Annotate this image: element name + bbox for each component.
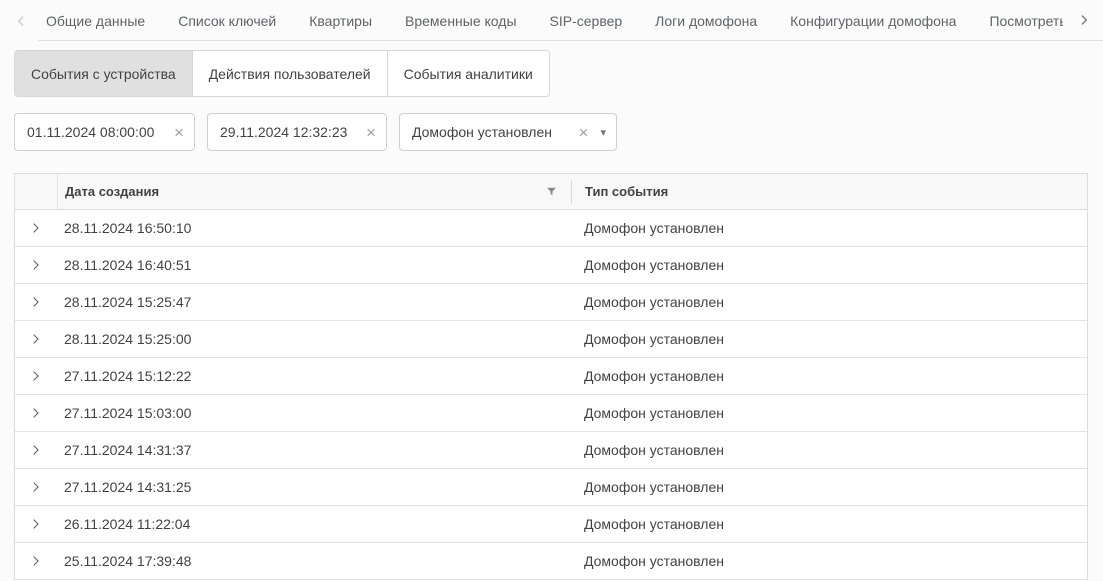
subtab-item-2[interactable]: Действия пользователей [192,51,387,96]
tab-item-2[interactable]: Список ключей [178,9,276,33]
table-row: 27.11.2024 15:03:00 Домофон установлен [15,395,1087,432]
table-body: 28.11.2024 16:50:10 Домофон установлен 2… [15,210,1087,580]
row-date: 27.11.2024 14:31:25 [57,479,571,495]
date-from-clear-icon[interactable]: × [174,124,184,141]
event-type-clear-icon[interactable]: × [579,124,589,141]
row-date: 27.11.2024 14:31:37 [57,442,571,458]
date-to-value: 29.11.2024 12:32:23 [220,124,358,140]
date-to-input[interactable]: 29.11.2024 12:32:23 × [207,113,387,151]
tab-item-1[interactable]: Общие данные [46,9,145,33]
tab-item-5[interactable]: SIP-сервер [550,9,623,33]
tabs-scroll-right-icon[interactable] [1071,7,1097,33]
date-from-value: 01.11.2024 08:00:00 [27,124,166,140]
row-expand-button[interactable] [15,221,57,235]
row-date: 28.11.2024 15:25:00 [57,331,571,347]
date-to-clear-icon[interactable]: × [366,124,376,141]
tab-list: Общие данные Список ключей Квартиры Временн… [46,9,1063,33]
row-type: Домофон установлен [571,516,1087,532]
events-subtabs: События с устройстваДействия пользовател… [14,50,550,97]
tabs-scroll-left-icon[interactable] [8,8,34,34]
row-type: Домофон установлен [571,294,1087,310]
event-type-value: Домофон установлен [412,124,571,140]
table-header: Дата создания Тип события [15,174,1087,210]
chevron-down-icon[interactable]: ▾ [600,126,606,139]
row-date: 28.11.2024 15:25:47 [57,294,571,310]
tabstrip-underline [38,40,1103,41]
row-type: Домофон установлен [571,442,1087,458]
table-row: 27.11.2024 15:12:22 Домофон установлен [15,358,1087,395]
row-date: 25.11.2024 17:39:48 [57,553,571,569]
events-table: Дата создания Тип события 28.11.2024 16:… [14,173,1088,580]
type-column-header: Тип события [572,184,1087,199]
table-row: 28.11.2024 15:25:00 Домофон установлен [15,321,1087,358]
row-date: 28.11.2024 16:40:51 [57,257,571,273]
row-expand-button[interactable] [15,517,57,531]
row-type: Домофон установлен [571,368,1087,384]
table-row: 25.11.2024 17:39:48 Домофон установлен [15,543,1087,580]
row-date: 28.11.2024 16:50:10 [57,220,571,236]
filter-funnel-icon[interactable] [545,185,558,198]
event-type-select[interactable]: Домофон установлен × ▾ [399,113,617,151]
row-expand-button[interactable] [15,369,57,383]
tab-item-3[interactable]: Квартиры [309,9,372,33]
subtab-item-1[interactable]: События с устройства [15,51,192,96]
row-type: Домофон установлен [571,553,1087,569]
row-expand-button[interactable] [15,554,57,568]
row-expand-button[interactable] [15,480,57,494]
device-tabstrip: Общие данные Список ключей Квартиры Временн… [0,0,1103,41]
date-column-label: Дата создания [65,184,159,199]
row-date: 27.11.2024 15:12:22 [57,368,571,384]
table-row: 28.11.2024 16:40:51 Домофон установлен [15,247,1087,284]
table-row: 27.11.2024 14:31:37 Домофон установлен [15,432,1087,469]
row-expand-button[interactable] [15,406,57,420]
table-row: 28.11.2024 15:25:47 Домофон установлен [15,284,1087,321]
row-type: Домофон установлен [571,257,1087,273]
subtab-item-3[interactable]: События аналитики [387,51,549,96]
filters-row: 01.11.2024 08:00:00 × 29.11.2024 12:32:2… [14,113,1103,151]
date-column-header: Дата создания [57,174,571,209]
row-type: Домофон установлен [571,479,1087,495]
type-column-label: Тип события [585,184,668,199]
table-row: 26.11.2024 11:22:04 Домофон установлен [15,506,1087,543]
row-date: 27.11.2024 15:03:00 [57,405,571,421]
tab-item-4[interactable]: Временные коды [405,9,517,33]
table-row: 28.11.2024 16:50:10 Домофон установлен [15,210,1087,247]
row-type: Домофон установлен [571,331,1087,347]
table-row: 27.11.2024 14:31:25 Домофон установлен [15,469,1087,506]
row-expand-button[interactable] [15,258,57,272]
tab-item-8[interactable]: Посмотреть [989,9,1063,33]
row-expand-button[interactable] [15,295,57,309]
tab-item-6[interactable]: Логи домофона [655,9,757,33]
date-from-input[interactable]: 01.11.2024 08:00:00 × [14,113,195,151]
row-expand-button[interactable] [15,332,57,346]
tab-item-7[interactable]: Конфигурации домофона [790,9,956,33]
expand-column-header [15,174,57,209]
row-type: Домофон установлен [571,405,1087,421]
row-type: Домофон установлен [571,220,1087,236]
row-date: 26.11.2024 11:22:04 [57,516,571,532]
row-expand-button[interactable] [15,443,57,457]
